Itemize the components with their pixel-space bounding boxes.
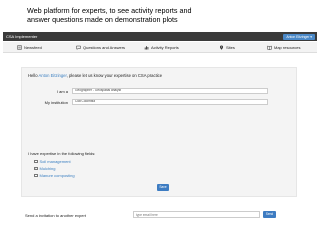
expertise-intro-text: I have expertise in the following fields… — [28, 151, 96, 156]
slide-caption: Web platform for experts, to see activit… — [27, 6, 307, 24]
nav-item-label: Questions and Answers — [83, 45, 126, 50]
option-soil-management[interactable]: Soil management — [34, 159, 71, 164]
nav-item-label: Newsfeed — [24, 45, 42, 50]
book-icon — [267, 45, 272, 50]
brand-title: CSA Implementer — [6, 34, 38, 39]
expertise-form-panel: Hello Anton Eitzinger, please let us kno… — [21, 67, 297, 197]
nav-item-questions-and-answers[interactable]: Questions and Answers — [76, 42, 125, 53]
option-label: Manure composting — [39, 173, 75, 178]
nav-item-label: Sites — [226, 45, 235, 50]
map-pin-icon — [219, 45, 224, 50]
nav-item-newsfeed[interactable]: Newsfeed — [17, 42, 42, 53]
option-label: Soil management — [39, 159, 71, 164]
greeting-suffix: , please let us know your expertise on C… — [66, 73, 163, 78]
send-button[interactable]: Send — [263, 211, 276, 218]
user-name-link[interactable]: Anton Eitzinger — [38, 73, 66, 78]
option-manure-composting[interactable]: Manure composting — [34, 173, 75, 178]
institution-field[interactable]: Ciat Colombia — [72, 99, 268, 105]
newspaper-icon — [17, 45, 22, 50]
save-button[interactable]: Save — [157, 184, 169, 191]
invite-row: Send a invitation to another expert Send — [21, 211, 301, 220]
option-mulching[interactable]: Mulching — [34, 166, 56, 171]
institution-label: My institution — [44, 100, 68, 105]
nav-item-label: Activity Reports — [151, 45, 179, 50]
user-menu-button[interactable]: Anton Eitzinger ▾ — [283, 33, 315, 40]
greeting-prefix: Hello — [28, 73, 39, 78]
role-field[interactable]: Geographer - Geospatial analyst — [72, 88, 268, 94]
main-nav: Newsfeed Questions and Answers Activity … — [3, 42, 317, 53]
chat-icon — [76, 45, 81, 50]
top-bar: CSA Implementer Anton Eitzinger ▾ — [3, 32, 317, 41]
invite-email-input[interactable] — [133, 211, 260, 218]
nav-item-sites[interactable]: Sites — [219, 42, 235, 53]
nav-item-activity-reports[interactable]: Activity Reports — [144, 42, 179, 53]
invite-label: Send a invitation to another expert — [25, 212, 86, 218]
caption-line-2: answer questions made on demonstration p… — [27, 15, 178, 24]
chart-icon — [144, 45, 149, 50]
checked-checkbox-icon[interactable] — [34, 166, 38, 171]
unchecked-checkbox-icon[interactable] — [34, 159, 38, 164]
role-label: I am a — [56, 89, 68, 94]
greeting-text: Hello Anton Eitzinger, please let us kno… — [28, 73, 162, 78]
option-label: Mulching — [39, 166, 56, 171]
nav-item-map-resources[interactable]: Map resources — [267, 42, 300, 53]
caption-line-1: Web platform for experts, to see activit… — [27, 6, 192, 15]
unchecked-checkbox-icon[interactable] — [34, 173, 38, 178]
nav-item-label: Map resources — [274, 45, 301, 50]
app-window: CSA Implementer Anton Eitzinger ▾ Newsfe… — [3, 32, 317, 240]
